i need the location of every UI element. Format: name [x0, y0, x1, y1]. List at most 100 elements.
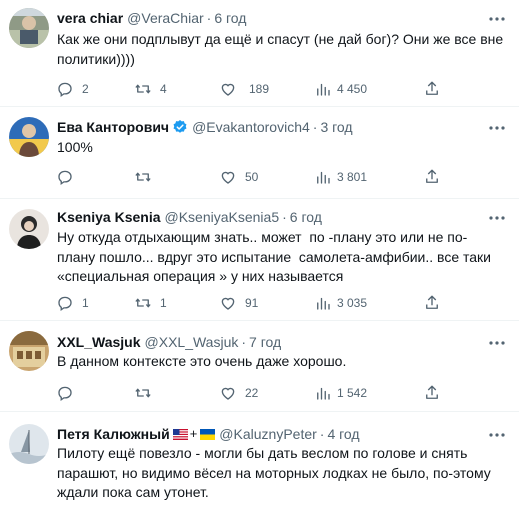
tweet-text: Ну откуда отдыхающим знать.. может по -п…	[57, 229, 495, 284]
tweet-header: XXL_Wasjuk @XXL_Wasjuk · 7 год	[57, 332, 281, 352]
analytics-button[interactable]: 4 450	[314, 79, 367, 99]
like-icon	[221, 387, 235, 400]
more-icon[interactable]	[487, 121, 507, 135]
reply-button[interactable]	[56, 167, 82, 187]
tweet-header: vera chiar @VeraChiar · 6 год	[57, 8, 246, 28]
tweet[interactable]: vera chiar @VeraChiar · 6 год Как же они…	[0, 0, 519, 107]
views-icon	[317, 83, 330, 96]
analytics-button[interactable]: 3 035	[314, 293, 367, 313]
verified-badge-icon	[173, 120, 187, 133]
more-icon[interactable]	[487, 336, 507, 350]
reply-feed: vera chiar @VeraChiar · 6 год Как же они…	[0, 0, 519, 505]
user-handle[interactable]: @KaluznyPeter	[219, 424, 316, 444]
reply-icon	[58, 296, 72, 312]
tweet-actions: 2 4 189 4 450	[52, 79, 472, 99]
display-name[interactable]: Kseniya Ksenia	[57, 207, 161, 227]
like-button[interactable]: 50	[219, 167, 258, 187]
retweet-button[interactable]: 4	[134, 79, 167, 99]
views-count: 3 801	[337, 170, 368, 184]
views-icon	[317, 387, 330, 400]
bookmark-count: 4 450	[337, 82, 368, 96]
share-icon[interactable]	[423, 80, 441, 98]
like-icon	[221, 297, 235, 310]
tweet-text: В данном контексте это очень даже хорошо…	[57, 353, 347, 369]
tweet-header: Ева Канторович @Evakantorovich4 · 3 год	[57, 117, 353, 137]
views-icon	[317, 297, 330, 310]
avatar[interactable]	[9, 331, 49, 371]
reply-button[interactable]	[56, 383, 82, 403]
timestamp[interactable]: 6 год	[214, 8, 246, 28]
display-name[interactable]: XXL_Wasjuk	[57, 332, 141, 352]
retweet-icon	[135, 172, 151, 182]
ukraine-flag-icon	[200, 428, 216, 440]
reply-button[interactable]: 2	[56, 79, 89, 99]
like-button[interactable]: 91	[219, 293, 258, 313]
retweet-count: 4	[160, 82, 167, 96]
separator-dot: ·	[312, 119, 318, 135]
reply-icon	[58, 386, 72, 402]
reply-icon	[58, 82, 72, 98]
tweet-text: Пилоту ещё повезло - могли бы дать весло…	[57, 445, 495, 500]
tweet[interactable]: XXL_Wasjuk @XXL_Wasjuk · 7 год В данном …	[0, 321, 519, 412]
display-name[interactable]: Петя Калюжный	[57, 424, 170, 444]
more-icon[interactable]	[487, 12, 507, 26]
display-name[interactable]: vera chiar	[57, 8, 123, 28]
retweet-icon	[135, 298, 151, 308]
display-name[interactable]: Ева Канторович	[57, 117, 169, 137]
timestamp[interactable]: 7 год	[249, 332, 281, 352]
timestamp[interactable]: 6 год	[290, 207, 322, 227]
views-count: 3 035	[337, 296, 368, 310]
tweet[interactable]: Ева Канторович @Evakantorovich4 · 3 год …	[0, 107, 519, 199]
timestamp[interactable]: 3 год	[320, 117, 352, 137]
tweet-text: 100%	[57, 139, 93, 155]
analytics-button[interactable]: 3 801	[314, 167, 367, 187]
views-icon	[317, 171, 330, 184]
tweet-actions: 1 1 91 3 035	[52, 293, 472, 313]
separator-dot: ·	[241, 334, 247, 350]
views-count: 1 542	[337, 386, 368, 400]
more-icon[interactable]	[487, 211, 507, 225]
reply-count: 2	[82, 82, 89, 96]
us-flag-icon	[172, 428, 188, 440]
share-icon[interactable]	[423, 384, 441, 402]
tweet[interactable]: Петя Калюжный + @KaluznyPeter · 4 год Пи…	[0, 412, 519, 505]
tweet-actions: 50 3 801	[52, 167, 472, 187]
more-icon[interactable]	[487, 428, 507, 442]
retweet-button[interactable]: 1	[134, 293, 167, 313]
separator-dot: ·	[319, 426, 325, 442]
separator-dot: ·	[206, 10, 212, 26]
avatar[interactable]	[9, 8, 49, 48]
separator-dot: ·	[282, 209, 287, 225]
tweet-header: Петя Калюжный + @KaluznyPeter · 4 год	[57, 424, 360, 444]
reply-button[interactable]: 1	[56, 293, 89, 313]
like-button[interactable]: 22	[219, 383, 258, 403]
reply-icon	[58, 170, 72, 186]
like-count: 91	[245, 296, 259, 310]
retweet-icon	[135, 84, 151, 94]
views-button[interactable]: 189	[232, 79, 269, 99]
share-icon[interactable]	[423, 294, 441, 312]
avatar[interactable]	[9, 424, 49, 464]
like-count: 50	[245, 170, 259, 184]
like-count: 22	[245, 386, 259, 400]
retweet-icon	[135, 388, 151, 398]
retweet-button[interactable]	[134, 167, 160, 187]
retweet-button[interactable]	[134, 383, 160, 403]
user-handle[interactable]: @Evakantorovich4	[192, 117, 310, 137]
flag-separator: +	[189, 426, 198, 441]
timestamp[interactable]: 4 год	[327, 424, 359, 444]
user-handle[interactable]: @VeraChiar	[127, 8, 203, 28]
tweet[interactable]: Kseniya Ksenia @KseniyaKsenia5 · 6 год Н…	[0, 199, 519, 321]
avatar[interactable]	[9, 209, 49, 249]
user-handle[interactable]: @XXL_Wasjuk	[145, 332, 239, 352]
tweet-header: Kseniya Ksenia @KseniyaKsenia5 · 6 год	[57, 207, 322, 227]
user-handle[interactable]: @KseniyaKsenia5	[165, 207, 280, 227]
avatar[interactable]	[9, 117, 49, 157]
analytics-button[interactable]: 1 542	[314, 383, 367, 403]
like-icon	[221, 171, 235, 184]
retweet-count: 1	[160, 296, 167, 310]
tweet-text: Как же они подплывут да ещё и спасут (не…	[57, 31, 508, 67]
reply-count: 1	[82, 296, 89, 310]
share-icon[interactable]	[423, 168, 441, 186]
views-count: 189	[249, 82, 270, 96]
